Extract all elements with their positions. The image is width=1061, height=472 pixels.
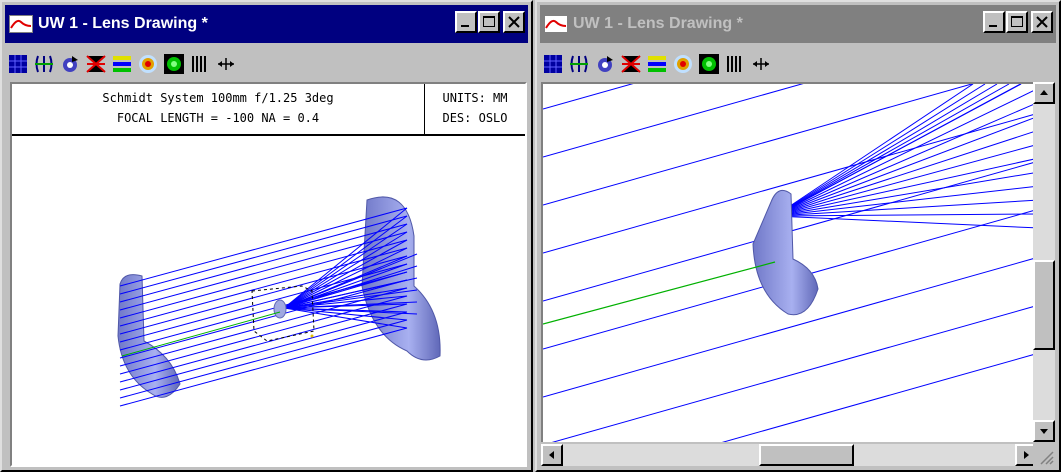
horizontal-scrollbar[interactable] [541,444,1037,466]
incident-ray [119,311,408,391]
lens-align-icon[interactable] [569,54,589,74]
maximize-button[interactable] [1006,11,1028,33]
vertical-scrollbar[interactable] [1033,82,1055,442]
close-button[interactable] [1031,11,1053,33]
converging-ray [774,213,1037,217]
vertical-scroll-thumb[interactable] [1033,260,1055,350]
scroll-left-button[interactable] [541,444,563,466]
window-title: UW 1 - Lens Drawing * [573,15,743,32]
lens-drawing-window-1[interactable]: UW 1 - Lens Drawing * Schmidt System 100… [0,0,533,472]
vertical-lines-icon[interactable] [190,54,210,74]
scroll-down-button[interactable] [1033,420,1055,442]
primary-mirror [361,196,441,361]
minimize-button[interactable] [455,11,477,33]
app-icon[interactable] [544,15,568,33]
rotate-icon[interactable] [60,54,80,74]
circle-green-icon[interactable] [164,54,184,74]
grid-icon[interactable] [543,54,563,74]
pan-arrows-icon[interactable] [216,54,236,74]
arrow-down-icon [1040,429,1048,434]
converging-ray [774,84,974,217]
incident-ray [119,279,408,359]
spot-target-icon[interactable] [138,54,158,74]
converging-ray [774,84,1022,217]
maximize-button[interactable] [478,11,500,33]
scroll-up-button[interactable] [1033,82,1055,104]
window-title: UW 1 - Lens Drawing * [38,15,208,32]
designer-label: DES: OSLO [442,111,508,125]
spot-rows-icon[interactable] [112,54,132,74]
minimize-icon [989,25,997,27]
converging-ray [774,84,998,217]
circle-green-icon[interactable] [699,54,719,74]
converging-ray [774,144,1037,217]
maximize-icon [1011,16,1023,27]
incident-ray [551,305,1037,442]
ray-fan-icon[interactable] [86,54,106,74]
incident-ray [543,84,804,158]
grid-icon[interactable] [8,54,28,74]
title-bar[interactable]: UW 1 - Lens Drawing * [5,5,528,43]
minimize-button[interactable] [983,11,1005,33]
pan-arrows-icon[interactable] [751,54,771,74]
lens-drawing-canvas-zoomed[interactable] [541,82,1037,442]
lens-drawing-canvas[interactable]: Schmidt System 100mm f/1.25 3deg FOCAL L… [10,82,527,467]
toolbar [543,50,771,78]
horizontal-scroll-thumb[interactable] [759,444,854,466]
maximize-icon [483,16,495,27]
close-icon [508,16,520,28]
arrow-left-icon [549,451,554,459]
resize-grip[interactable] [1033,444,1055,466]
app-icon[interactable] [9,15,33,33]
incident-ray [721,353,1037,442]
spot-rows-icon[interactable] [647,54,667,74]
drawing-header: Schmidt System 100mm f/1.25 3deg FOCAL L… [12,84,525,136]
lens-align-icon[interactable] [34,54,54,74]
converging-ray [774,215,1037,229]
arrow-up-icon [1040,90,1048,95]
close-button[interactable] [503,11,525,33]
lens-drawing-window-2[interactable]: UW 1 - Lens Drawing * [535,0,1061,472]
toolbar [8,50,236,78]
close-icon [1036,16,1048,28]
spot-target-icon[interactable] [673,54,693,74]
ray-fan-icon[interactable] [621,54,641,74]
converging-ray [774,84,1022,217]
rotate-icon[interactable] [595,54,615,74]
lens-3d-drawing-zoomed [543,84,1037,442]
units-label: UNITS: MM [442,91,508,105]
vertical-lines-icon[interactable] [725,54,745,74]
system-description: Schmidt System 100mm f/1.25 3deg [102,91,334,105]
focal-length-na: FOCAL LENGTH = -100 NA = 0.4 [116,111,320,125]
converging-ray [774,88,1037,217]
resize-grip-icon [1040,451,1054,465]
incident-ray [119,295,408,375]
title-bar[interactable]: UW 1 - Lens Drawing * [540,5,1056,43]
minimize-icon [461,25,469,27]
lens-3d-drawing [117,196,441,407]
converging-ray [774,199,1037,217]
